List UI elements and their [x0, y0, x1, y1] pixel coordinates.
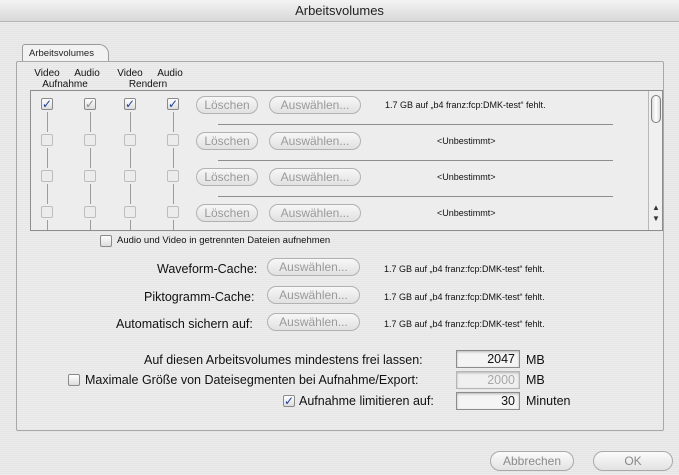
video-render-checkbox[interactable]: [124, 170, 136, 182]
max-segment-label: Maximale Größe von Dateisegmenten bei Au…: [85, 373, 419, 387]
tick-mark: [130, 160, 131, 168]
tick-mark: [173, 160, 174, 168]
video-capture-checkbox[interactable]: [41, 206, 53, 218]
thumbnail-cache-choose-button[interactable]: Auswählen...: [267, 286, 360, 304]
max-segment-unit: MB: [526, 373, 545, 387]
limit-capture-checkbox[interactable]: ✓: [283, 395, 295, 407]
max-segment-checkbox[interactable]: [68, 374, 80, 386]
audio-capture-checkbox[interactable]: ✓: [84, 98, 96, 110]
volume-row: ✓ ✓ ✓ ✓ Löschen Auswählen... 1.7 GB auf …: [31, 91, 648, 127]
tick-mark: [90, 220, 91, 230]
autosave-label: Automatisch sichern auf:: [116, 317, 253, 331]
video-capture-checkbox[interactable]: ✓: [41, 98, 53, 110]
video-render-checkbox[interactable]: [124, 134, 136, 146]
audio-capture-checkbox[interactable]: [84, 134, 96, 146]
volume-status: 1.7 GB auf „b4 franz:fcp:DMK-test“ fehlt…: [385, 100, 546, 110]
row-separator: [218, 124, 613, 125]
min-free-input[interactable]: 2047: [456, 350, 520, 368]
audio-capture-checkbox[interactable]: [84, 170, 96, 182]
clear-button[interactable]: Löschen: [196, 132, 258, 150]
scrollbar-thumb[interactable]: [651, 95, 661, 123]
limit-capture-unit: Minuten: [526, 394, 571, 408]
tick-mark: [90, 160, 91, 168]
audio-capture-checkbox[interactable]: [84, 206, 96, 218]
tick-mark: [47, 160, 48, 168]
volume-row: Löschen Auswählen... <Unbestimmt>: [31, 160, 648, 199]
audio-render-checkbox[interactable]: ✓: [167, 98, 179, 110]
audio-render-checkbox[interactable]: [167, 170, 179, 182]
choose-button[interactable]: Auswählen...: [269, 132, 361, 150]
scroll-up-arrow-icon[interactable]: ▲: [652, 204, 660, 212]
waveform-cache-status: 1.7 GB auf „b4 franz:fcp:DMK-test“ fehlt…: [384, 264, 545, 274]
choose-button[interactable]: Auswählen...: [269, 96, 361, 114]
audio-render-checkbox[interactable]: [167, 206, 179, 218]
min-free-unit: MB: [526, 353, 545, 367]
volume-status: <Unbestimmt>: [437, 136, 496, 146]
row-separator: [218, 196, 613, 197]
tick-mark: [173, 124, 174, 132]
clear-button[interactable]: Löschen: [196, 168, 258, 186]
clear-button[interactable]: Löschen: [196, 96, 258, 114]
tick-mark: [47, 220, 48, 230]
tick-mark: [130, 220, 131, 230]
autosave-choose-button[interactable]: Auswählen...: [267, 313, 360, 331]
tick-mark: [90, 124, 91, 132]
video-render-checkbox[interactable]: ✓: [124, 98, 136, 110]
volume-status: <Unbestimmt>: [437, 172, 496, 182]
audio-render-checkbox[interactable]: [167, 134, 179, 146]
limit-capture-input[interactable]: 30: [456, 392, 520, 410]
tick-mark: [47, 124, 48, 132]
row-separator: [218, 160, 613, 161]
volumes-list[interactable]: ✓ ✓ ✓ ✓ Löschen Auswählen... 1.7 GB auf …: [30, 90, 663, 231]
clear-button[interactable]: Löschen: [196, 204, 258, 222]
volume-status: <Unbestimmt>: [437, 208, 496, 218]
tick-mark: [90, 196, 91, 204]
autosave-status: 1.7 GB auf „b4 franz:fcp:DMK-test“ fehlt…: [384, 319, 545, 329]
tick-mark: [130, 196, 131, 204]
tick-mark: [173, 220, 174, 230]
waveform-cache-choose-button[interactable]: Auswählen...: [267, 258, 360, 276]
tick-mark: [47, 196, 48, 204]
choose-button[interactable]: Auswählen...: [269, 204, 361, 222]
limit-capture-label: Aufnahme limitieren auf:: [299, 394, 434, 408]
thumbnail-cache-status: 1.7 GB auf „b4 franz:fcp:DMK-test“ fehlt…: [384, 292, 545, 302]
min-free-label: Auf diesen Arbeitsvolumes mindestens fre…: [144, 353, 423, 367]
video-capture-checkbox[interactable]: [41, 134, 53, 146]
volume-row: Löschen Auswählen... <Unbestimmt>: [31, 124, 648, 163]
window-title: Arbeitsvolumes: [0, 0, 679, 22]
scroll-down-arrow-icon[interactable]: ▼: [652, 215, 660, 223]
separate-files-label: Audio und Video in getrennten Dateien au…: [117, 235, 331, 246]
tab-arbeitsvolumes[interactable]: Arbeitsvolumes: [22, 44, 109, 62]
cancel-button[interactable]: Abbrechen: [490, 451, 574, 471]
max-segment-input[interactable]: 2000: [456, 371, 520, 389]
video-capture-checkbox[interactable]: [41, 170, 53, 182]
volume-row: Löschen Auswählen... <Unbestimmt>: [31, 196, 648, 230]
list-scrollbar[interactable]: ▲ ▼: [648, 91, 662, 230]
choose-button[interactable]: Auswählen...: [269, 168, 361, 186]
video-render-checkbox[interactable]: [124, 206, 136, 218]
ok-button[interactable]: OK: [593, 451, 673, 471]
thumbnail-cache-label: Piktogramm-Cache:: [144, 290, 255, 304]
tick-mark: [130, 124, 131, 132]
separate-files-checkbox[interactable]: [100, 235, 112, 247]
waveform-cache-label: Waveform-Cache:: [157, 262, 258, 276]
tick-mark: [173, 196, 174, 204]
